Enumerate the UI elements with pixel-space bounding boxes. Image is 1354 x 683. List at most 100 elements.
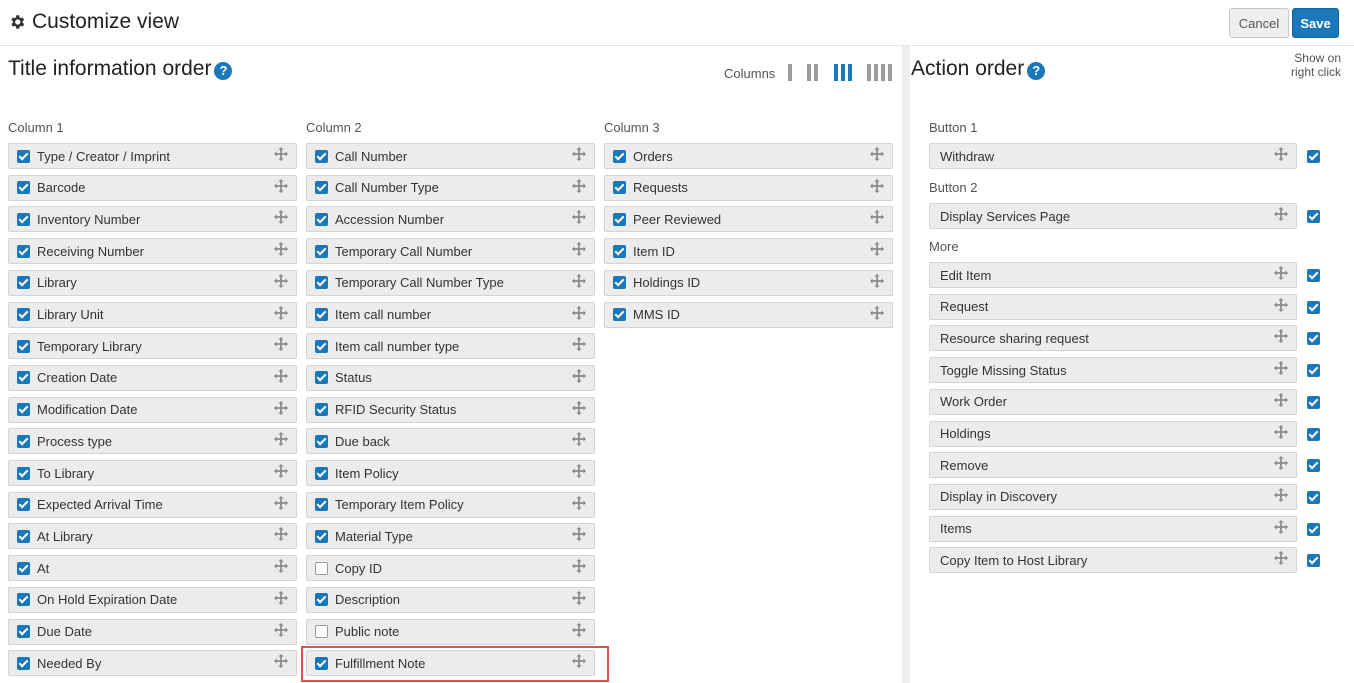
drag-handle-icon[interactable]	[870, 242, 884, 257]
drag-handle-icon[interactable]	[1274, 207, 1288, 221]
checkbox[interactable]	[17, 149, 30, 163]
list-item[interactable]: MMS ID	[604, 301, 893, 328]
drag-handle-icon[interactable]	[870, 210, 884, 225]
checkbox[interactable]	[17, 625, 30, 638]
list-item[interactable]: Material Type	[306, 523, 595, 550]
columns-1-icon[interactable]	[788, 64, 792, 82]
drag-handle-icon[interactable]	[274, 464, 288, 478]
action-item[interactable]: Items	[929, 515, 1297, 542]
list-item[interactable]: Public note	[306, 618, 595, 645]
action-item[interactable]: Holdings	[929, 420, 1297, 447]
drag-handle-icon[interactable]	[572, 337, 586, 352]
checkbox[interactable]	[17, 244, 30, 258]
list-item[interactable]: Item call number	[306, 301, 595, 328]
list-item[interactable]: Modification Date	[8, 396, 297, 423]
drag-handle-icon[interactable]	[1274, 329, 1288, 344]
checkbox[interactable]	[613, 212, 626, 226]
action-item[interactable]: Edit Item	[929, 262, 1297, 288]
show-on-right-click-checkbox[interactable]	[1307, 427, 1320, 441]
drag-handle-icon[interactable]	[870, 305, 884, 320]
help-icon[interactable]: ?	[1027, 61, 1046, 80]
action-item[interactable]: Remove	[929, 452, 1297, 479]
drag-handle-icon[interactable]	[572, 147, 586, 161]
checkbox[interactable]	[315, 181, 328, 195]
list-item[interactable]: Needed By	[8, 650, 297, 677]
action-item[interactable]: Resource sharing request	[929, 325, 1297, 352]
action-item[interactable]: Withdraw	[929, 143, 1297, 169]
drag-handle-icon[interactable]	[1274, 456, 1288, 471]
checkbox[interactable]	[315, 244, 328, 258]
drag-handle-icon[interactable]	[870, 147, 884, 161]
drag-handle-icon[interactable]	[1274, 551, 1288, 566]
drag-handle-icon[interactable]	[572, 527, 586, 542]
checkbox[interactable]	[315, 212, 328, 226]
checkbox[interactable]	[315, 466, 328, 480]
save-button[interactable]: Save	[1292, 8, 1339, 38]
checkbox[interactable]	[17, 308, 30, 321]
drag-handle-icon[interactable]	[274, 400, 288, 415]
drag-handle-icon[interactable]	[274, 368, 288, 383]
drag-handle-icon[interactable]	[1274, 361, 1288, 376]
columns-2-icon[interactable]	[807, 64, 818, 82]
checkbox[interactable]	[17, 276, 30, 290]
list-item[interactable]: At Library	[8, 523, 297, 550]
checkbox[interactable]	[315, 593, 328, 607]
drag-handle-icon[interactable]	[1274, 147, 1288, 161]
drag-handle-icon[interactable]	[274, 147, 288, 161]
list-item[interactable]: Description	[306, 586, 595, 613]
drag-handle-icon[interactable]	[572, 495, 586, 510]
show-on-right-click-checkbox[interactable]	[1307, 490, 1320, 504]
drag-handle-icon[interactable]	[572, 464, 586, 478]
drag-handle-icon[interactable]	[572, 622, 586, 637]
checkbox[interactable]	[315, 149, 328, 163]
drag-handle-icon[interactable]	[274, 495, 288, 510]
list-item[interactable]: Creation Date	[8, 364, 297, 391]
show-on-right-click-checkbox[interactable]	[1307, 150, 1320, 163]
drag-handle-icon[interactable]	[274, 559, 288, 574]
list-item[interactable]: Holdings ID	[604, 269, 893, 296]
checkbox[interactable]	[315, 371, 328, 385]
list-item[interactable]: Accession Number	[306, 206, 595, 233]
drag-handle-icon[interactable]	[572, 368, 586, 383]
checkbox[interactable]	[315, 308, 328, 321]
drag-handle-icon[interactable]	[572, 432, 586, 447]
checkbox[interactable]	[17, 434, 30, 448]
checkbox[interactable]	[613, 308, 626, 321]
checkbox[interactable]	[613, 276, 626, 290]
list-item[interactable]: Peer Reviewed	[604, 206, 893, 233]
show-on-right-click-checkbox[interactable]	[1307, 459, 1320, 473]
list-item[interactable]: Due back	[306, 428, 595, 455]
checkbox[interactable]	[17, 593, 30, 607]
drag-handle-icon[interactable]	[572, 305, 586, 320]
checkbox[interactable]	[17, 212, 30, 226]
show-on-right-click-checkbox[interactable]	[1307, 332, 1320, 346]
cancel-button[interactable]: Cancel	[1229, 8, 1289, 38]
show-on-right-click-checkbox[interactable]	[1307, 210, 1320, 223]
drag-handle-icon[interactable]	[572, 242, 586, 257]
checkbox[interactable]	[17, 498, 30, 512]
checkbox[interactable]	[17, 561, 30, 575]
checkbox[interactable]	[613, 244, 626, 258]
drag-handle-icon[interactable]	[1274, 519, 1288, 534]
list-item[interactable]: Temporary Item Policy	[306, 491, 595, 518]
list-item[interactable]: Temporary Library	[8, 333, 297, 360]
checkbox[interactable]	[613, 149, 626, 163]
action-item[interactable]: Toggle Missing Status	[929, 357, 1297, 384]
action-item[interactable]: Request	[929, 293, 1297, 320]
drag-handle-icon[interactable]	[1274, 266, 1288, 280]
list-item[interactable]: Barcode	[8, 174, 297, 201]
drag-handle-icon[interactable]	[572, 559, 586, 574]
help-icon[interactable]: ?	[214, 61, 233, 80]
list-item[interactable]: On Hold Expiration Date	[8, 586, 297, 613]
checkbox[interactable]	[315, 339, 328, 353]
list-item[interactable]: At	[8, 555, 297, 582]
show-on-right-click-checkbox[interactable]	[1307, 364, 1320, 378]
drag-handle-icon[interactable]	[1274, 297, 1288, 312]
show-on-right-click-checkbox[interactable]	[1307, 554, 1320, 568]
show-on-right-click-checkbox[interactable]	[1307, 522, 1320, 536]
drag-handle-icon[interactable]	[870, 273, 884, 288]
drag-handle-icon[interactable]	[1274, 487, 1288, 502]
list-item[interactable]: Process type	[8, 428, 297, 455]
list-item[interactable]: Call Number Type	[306, 174, 595, 201]
list-item[interactable]: Status	[306, 364, 595, 391]
